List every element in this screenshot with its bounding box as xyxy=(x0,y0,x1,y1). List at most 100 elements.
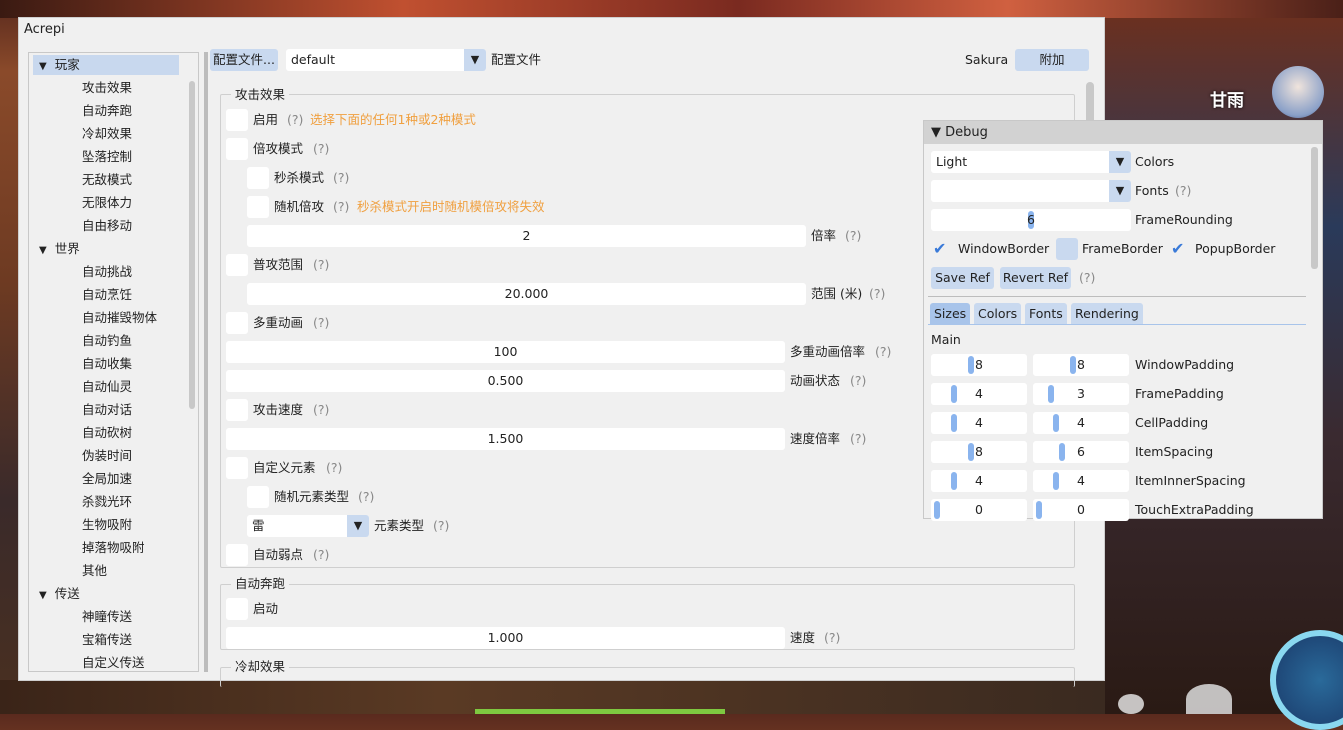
sidebar-item[interactable]: 自动对话 xyxy=(82,400,132,420)
speed-rate-slider[interactable]: 1.500 xyxy=(226,428,785,450)
style-slider[interactable]: 4 xyxy=(931,470,1027,492)
style-slider[interactable]: 6 xyxy=(1033,441,1129,463)
sidebar-item[interactable]: 伪装时间 xyxy=(82,446,132,466)
sidebar-section[interactable]: ▼ 世界 xyxy=(33,239,179,259)
attach-button[interactable]: 附加 xyxy=(1015,49,1089,71)
help-marker[interactable]: (?) xyxy=(850,428,866,450)
slider-grab[interactable] xyxy=(968,443,974,461)
triangle-down-icon[interactable]: ▼ xyxy=(39,61,47,72)
star-icon[interactable] xyxy=(1118,694,1144,714)
collapse-triangle-icon[interactable]: ▼ xyxy=(931,125,941,140)
rate-slider[interactable]: 2 xyxy=(247,225,806,247)
style-slider[interactable]: 4 xyxy=(931,383,1027,405)
debug-window[interactable]: ▼ Debug Light ▼ Colors ▼ Fonts (?) 6 Fra… xyxy=(923,120,1323,521)
style-slider[interactable]: 0 xyxy=(1033,499,1129,521)
range-attack-checkbox[interactable] xyxy=(226,254,248,276)
sidebar-item[interactable]: 无限体力 xyxy=(82,193,132,213)
checkmark-icon[interactable]: ✔ xyxy=(933,238,946,260)
autorun-speed-slider[interactable]: 1.000 xyxy=(226,627,785,649)
custom-element-checkbox[interactable] xyxy=(226,457,248,479)
sidebar-item[interactable]: 自动挑战 xyxy=(82,262,132,282)
autorun-enable-checkbox[interactable] xyxy=(226,598,248,620)
help-marker[interactable]: (?) xyxy=(313,312,329,334)
config-file-button[interactable]: 配置文件... xyxy=(210,49,278,71)
slider-grab[interactable] xyxy=(1053,414,1059,432)
help-marker[interactable]: (?) xyxy=(1079,267,1095,289)
element-type-select[interactable]: 雷 ▼ xyxy=(247,515,369,537)
help-marker[interactable]: (?) xyxy=(313,138,329,160)
range-slider[interactable]: 20.000 xyxy=(247,283,806,305)
slider-grab[interactable] xyxy=(951,385,957,403)
tab-fonts[interactable]: Fonts xyxy=(1025,303,1067,324)
sidebar-item[interactable]: 掉落物吸附 xyxy=(82,538,145,558)
slider-grab[interactable] xyxy=(1036,501,1042,519)
chevron-down-icon[interactable]: ▼ xyxy=(1109,180,1131,202)
sidebar-item[interactable]: 自动烹饪 xyxy=(82,285,132,305)
config-select[interactable]: default ▼ xyxy=(286,49,486,71)
fonts-select[interactable]: ▼ xyxy=(931,180,1131,202)
save-ref-button[interactable]: Save Ref xyxy=(931,267,994,289)
help-marker[interactable]: (?) xyxy=(333,167,349,189)
sidebar-item[interactable]: 宝箱传送 xyxy=(82,630,132,650)
sidebar-item[interactable]: 自动仙灵 xyxy=(82,377,132,397)
help-marker[interactable]: (?) xyxy=(333,196,349,218)
revert-ref-button[interactable]: Revert Ref xyxy=(1000,267,1071,289)
lotus-icon[interactable] xyxy=(1186,684,1232,714)
help-marker[interactable]: (?) xyxy=(326,457,342,479)
style-slider[interactable]: 0 xyxy=(931,499,1027,521)
attack-speed-checkbox[interactable] xyxy=(226,399,248,421)
sidebar-item[interactable]: 自动钓鱼 xyxy=(82,331,132,351)
sidebar-item[interactable]: 其他 xyxy=(82,561,107,581)
sidebar-item[interactable]: 冷却效果 xyxy=(82,124,132,144)
slider-grab[interactable] xyxy=(951,472,957,490)
sidebar-item[interactable]: 杀戮光环 xyxy=(82,492,132,512)
chevron-down-icon[interactable]: ▼ xyxy=(1109,151,1131,173)
triangle-down-icon[interactable]: ▼ xyxy=(39,590,47,601)
sidebar-item[interactable]: 自动奔跑 xyxy=(82,101,132,121)
chevron-down-icon[interactable]: ▼ xyxy=(464,49,486,71)
multi-anim-rate-slider[interactable]: 100 xyxy=(226,341,785,363)
frame-rounding-slider[interactable]: 6 xyxy=(931,209,1131,231)
slider-grab[interactable] xyxy=(1059,443,1065,461)
slider-grab[interactable] xyxy=(1053,472,1059,490)
sidebar-section[interactable]: ▼ 传送 xyxy=(33,584,179,604)
tab-sizes[interactable]: Sizes xyxy=(930,303,971,324)
kill-mode-checkbox[interactable] xyxy=(247,167,269,189)
help-marker[interactable]: (?) xyxy=(313,544,329,566)
help-marker[interactable]: (?) xyxy=(287,109,303,131)
debug-scrollbar[interactable] xyxy=(1311,147,1318,269)
style-slider[interactable]: 4 xyxy=(931,412,1027,434)
sidebar-scrollbar[interactable] xyxy=(189,81,195,409)
sidebar-item[interactable]: 自动砍树 xyxy=(82,423,132,443)
style-slider[interactable]: 3 xyxy=(1033,383,1129,405)
random-element-checkbox[interactable] xyxy=(247,486,269,508)
help-marker[interactable]: (?) xyxy=(875,341,891,363)
sidebar-item[interactable]: 生物吸附 xyxy=(82,515,132,535)
tab-colors[interactable]: Colors xyxy=(974,303,1022,324)
help-marker[interactable]: (?) xyxy=(845,225,861,247)
help-marker[interactable]: (?) xyxy=(358,486,374,508)
slider-grab[interactable] xyxy=(968,356,974,374)
auto-weakpoint-checkbox[interactable] xyxy=(226,544,248,566)
style-slider[interactable]: 4 xyxy=(1033,470,1129,492)
splitter[interactable] xyxy=(204,52,208,672)
help-marker[interactable]: (?) xyxy=(850,370,866,392)
slider-grab[interactable] xyxy=(934,501,940,519)
help-marker[interactable]: (?) xyxy=(824,627,840,649)
help-marker[interactable]: (?) xyxy=(1175,180,1191,202)
help-marker[interactable]: (?) xyxy=(869,283,885,305)
sidebar-item[interactable]: 神瞳传送 xyxy=(82,607,132,627)
style-slider[interactable]: 4 xyxy=(1033,412,1129,434)
tab-rendering[interactable]: Rendering xyxy=(1071,303,1143,324)
random-multiplier-checkbox[interactable] xyxy=(247,196,269,218)
anim-state-slider[interactable]: 0.500 xyxy=(226,370,785,392)
colors-select[interactable]: Light ▼ xyxy=(931,151,1131,173)
slider-grab[interactable] xyxy=(951,414,957,432)
frame-border-checkbox[interactable] xyxy=(1056,238,1078,260)
multiplier-mode-checkbox[interactable] xyxy=(226,138,248,160)
attack-enable-checkbox[interactable] xyxy=(226,109,248,131)
sidebar-tree[interactable]: ▼ 玩家 攻击效果 自动奔跑 冷却效果 坠落控制 无敌模式 无限体力 自由移动 ▼ 世界 自动挑战 自动… xyxy=(28,52,199,672)
help-marker[interactable]: (?) xyxy=(313,254,329,276)
sidebar-item[interactable]: 自动收集 xyxy=(82,354,132,374)
multi-anim-checkbox[interactable] xyxy=(226,312,248,334)
